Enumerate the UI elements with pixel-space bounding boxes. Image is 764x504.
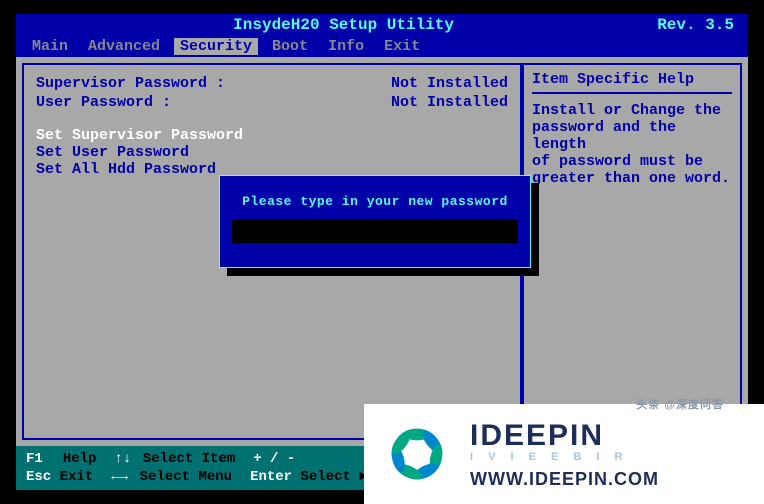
password-dialog: Please type in your new password — [219, 175, 531, 268]
bios-revision: Rev. 3.5 — [657, 16, 734, 34]
key-esc: Esc — [26, 468, 51, 486]
supervisor-value: Not Installed — [391, 75, 508, 92]
brand-url: WWW.IDEEPIN.COM — [470, 469, 659, 490]
help-title: Item Specific Help — [532, 71, 732, 94]
supervisor-label: Supervisor Password : — [36, 75, 225, 92]
dialog-prompt: Please type in your new password — [232, 194, 518, 209]
set-user-password[interactable]: Set User Password — [36, 144, 508, 161]
help-l2: password and the length — [532, 119, 732, 153]
key-enter: Enter — [250, 469, 292, 485]
tab-boot[interactable]: Boot — [266, 38, 314, 55]
tab-bar: Main Advanced Security Boot Info Exit — [16, 36, 748, 57]
supervisor-row: Supervisor Password : Not Installed — [36, 75, 508, 92]
watermark: 头条 @深度问答 IDEEPIN I V I E E B I R WWW.IDE… — [364, 404, 764, 504]
key-f1: F1 — [26, 450, 46, 468]
logo-icon — [378, 415, 456, 493]
set-supervisor-password[interactable]: Set Supervisor Password — [36, 127, 508, 144]
tab-main[interactable]: Main — [26, 38, 74, 55]
tab-info[interactable]: Info — [322, 38, 370, 55]
hint-select-menu: Select Menu — [140, 469, 232, 485]
hint-select-item: Select Item — [143, 451, 235, 467]
key-lr: ←→ — [111, 468, 131, 486]
bios-title: InsydeH20 Setup Utility — [30, 16, 657, 34]
brand-sub: I V I E E B I R — [470, 451, 659, 463]
help-l3: of password must be — [532, 153, 732, 170]
help-panel: Item Specific Help Install or Change the… — [522, 63, 742, 440]
user-value: Not Installed — [391, 94, 508, 111]
tab-exit[interactable]: Exit — [378, 38, 426, 55]
key-updown: ↑↓ — [114, 450, 134, 468]
main-panel: Supervisor Password : Not Installed User… — [22, 63, 522, 440]
hint-exit: Exit — [60, 469, 94, 485]
title-bar: InsydeH20 Setup Utility Rev. 3.5 — [16, 14, 748, 36]
password-input[interactable] — [232, 219, 518, 243]
tab-advanced[interactable]: Advanced — [82, 38, 166, 55]
user-row: User Password : Not Installed — [36, 94, 508, 111]
hint-help: Help — [63, 451, 97, 467]
byline: 头条 @深度问答 — [636, 396, 724, 412]
help-l1: Install or Change the — [532, 102, 732, 119]
help-l4: greater than one word. — [532, 170, 732, 187]
brand-name: IDEEPIN — [470, 419, 659, 453]
tab-security[interactable]: Security — [174, 38, 258, 55]
key-pm: + / - — [253, 451, 295, 467]
user-label: User Password : — [36, 94, 171, 111]
